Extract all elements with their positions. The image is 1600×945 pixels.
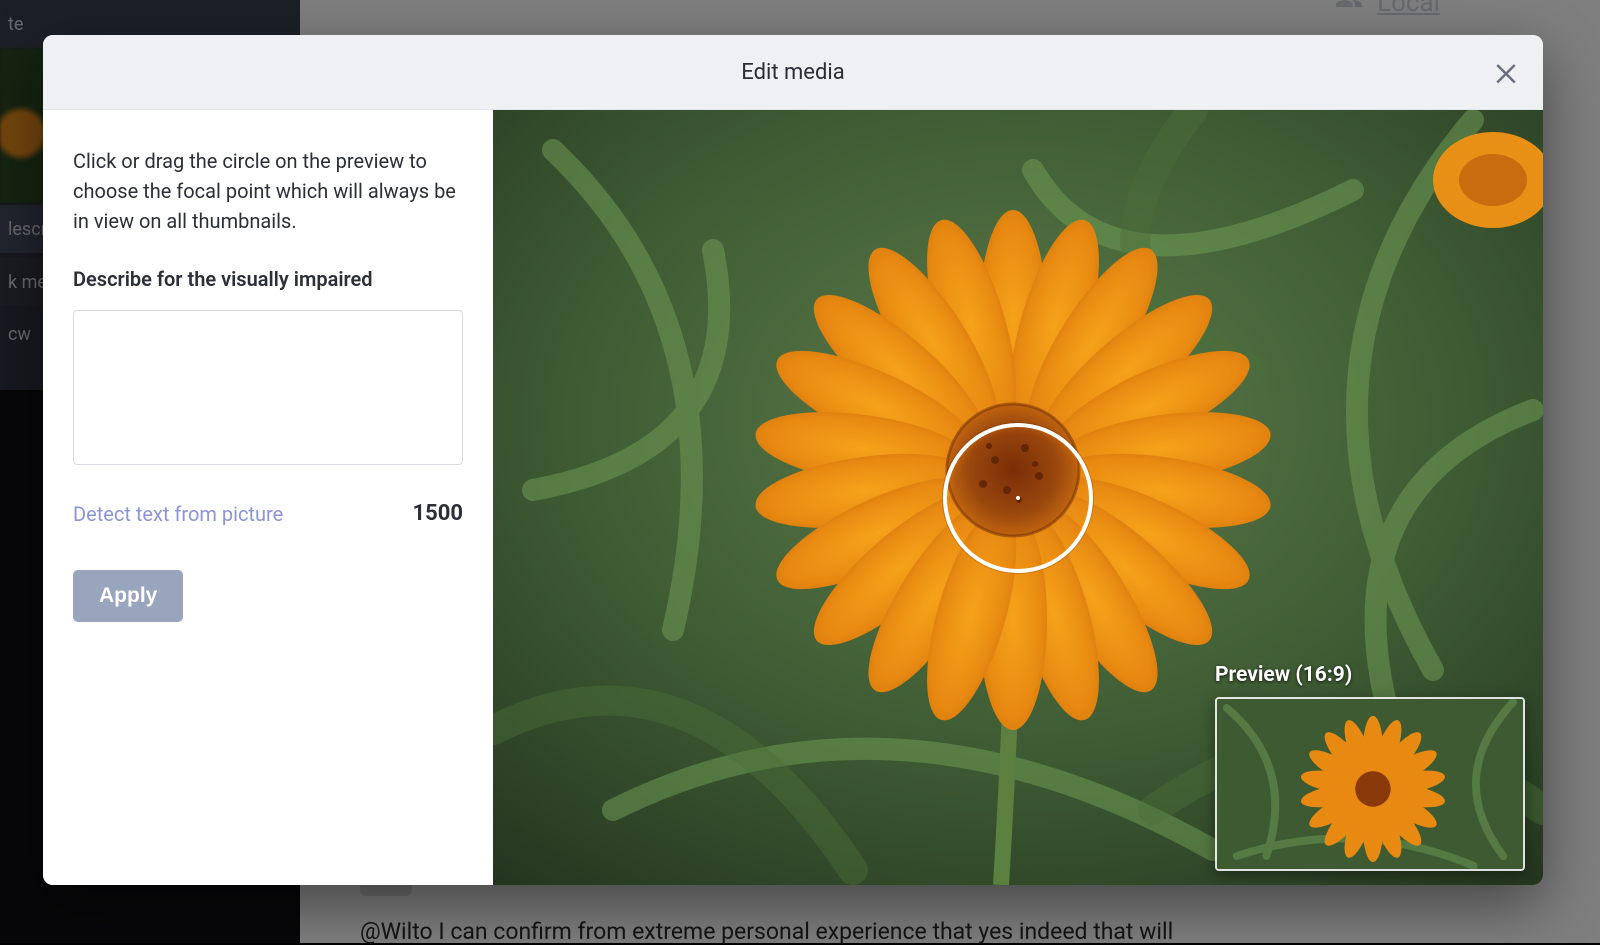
preview-box: Preview (16:9) <box>1215 663 1525 871</box>
edit-media-modal: Edit media Click or drag the circle on t… <box>43 35 1543 885</box>
char-count: 1500 <box>413 497 464 530</box>
description-input[interactable] <box>73 310 463 465</box>
detect-text-link[interactable]: Detect text from picture <box>73 499 283 529</box>
description-label: Describe for the visually impaired <box>73 264 463 294</box>
focal-point-instructions: Click or drag the circle on the preview … <box>73 146 463 236</box>
modal-title: Edit media <box>741 60 844 85</box>
preview-thumb <box>1215 697 1525 871</box>
focal-point-handle[interactable] <box>943 423 1093 573</box>
close-icon[interactable] <box>1491 57 1521 87</box>
focal-point-canvas[interactable]: Preview (16:9) <box>493 110 1543 885</box>
preview-label: Preview (16:9) <box>1215 663 1525 687</box>
modal-header: Edit media <box>43 35 1543 110</box>
apply-button[interactable]: Apply <box>73 570 183 622</box>
edit-media-controls: Click or drag the circle on the preview … <box>43 110 493 885</box>
